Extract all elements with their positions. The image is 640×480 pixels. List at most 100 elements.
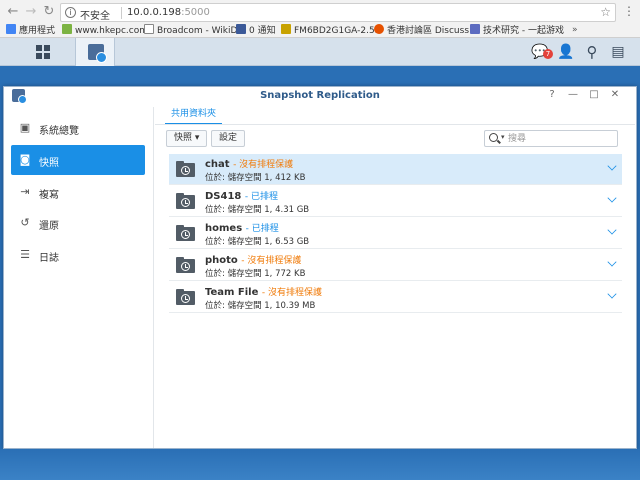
dsm-taskbar: 💬 7 👤 ⚲ ▤ [0,38,640,66]
table-row[interactable]: photo - 沒有排程保護 位於: 儲存空間 1, 772 KB [169,250,622,281]
sidebar-item-replication[interactable]: ⇥ 複寫 [11,177,145,207]
apps-grid-icon [6,24,16,34]
main-menu-button[interactable] [28,38,56,66]
snapshot-dropdown-button[interactable]: 快照 ▾ [166,130,208,147]
snapshot-folder-icon [176,257,195,273]
facebook-icon [236,24,246,34]
notification-button[interactable]: 💬 7 [531,43,553,61]
bookmark-fm6bd[interactable]: FM6BD2G1GA-2.5E [281,24,380,37]
window-title: Snapshot Replication [260,90,380,101]
maximize-button[interactable]: □ [588,89,600,101]
restore-icon: ↺ [20,216,30,229]
bookmarks-bar: 應用程式 www.hkepc.com Broadcom - WikiDe 0 通… [0,23,640,38]
camera-icon: ◙ [19,153,31,166]
minimize-button[interactable]: — [567,89,579,101]
hkepc-favicon-icon [62,24,72,34]
share-location: 位於: 儲存空間 1, 412 KB [205,173,306,183]
main-panel: 共用資料夾 快照 ▾ 設定 ▾ chat - 沒有排程保護 位於: 儲存空間 1… [155,104,636,448]
sidebar-item-restore[interactable]: ↺ 還原 [11,208,145,238]
user-button[interactable]: 👤 [557,43,575,61]
table-row[interactable]: chat - 沒有排程保護 位於: 儲存空間 1, 412 KB [169,154,622,185]
bookmarks-overflow-icon[interactable]: » [572,24,578,37]
taskbar-snapshot-app[interactable] [75,38,115,66]
fm-favicon-icon [281,24,291,34]
browser-menu-icon[interactable]: ⋮ [623,4,635,18]
back-arrow-icon[interactable]: ← [6,5,20,19]
url-text[interactable]: 10.0.0.198:5000 [127,7,210,18]
search-box[interactable]: ▾ [484,130,618,147]
search-icon: ⚲ [586,43,598,61]
protection-status: - 沒有排程保護 [233,160,294,170]
bookmark-hkepc[interactable]: www.hkepc.com [62,24,148,37]
snapshot-folder-icon [176,161,195,177]
sidebar: ▣ 系統總覽 ◙ 快照 ⇥ 複寫 ↺ 還原 ☰ 日誌 [4,107,154,448]
sidebar-item-label: 還原 [39,221,59,232]
window-titlebar[interactable]: Snapshot Replication ? — □ ✕ [4,87,636,104]
user-icon: 👤 [557,44,575,60]
share-name: Team File - 沒有排程保護 [205,287,322,298]
snapshot-folder-icon [176,289,195,305]
forward-arrow-icon[interactable]: → [24,5,38,19]
share-name: chat - 沒有排程保護 [205,159,294,170]
protection-status: - 沒有排程保護 [261,288,322,298]
sidebar-item-label: 快照 [39,158,59,169]
bookmark-tech[interactable]: 技术研究 - 一起游戏 [470,24,564,37]
address-bar[interactable]: i 不安全 10.0.0.198:5000 ☆ [60,3,616,22]
share-name: DS418 - 已排程 [205,191,278,202]
help-button[interactable]: ? [546,89,558,101]
share-name: homes - 已排程 [205,223,279,234]
protection-status: - 已排程 [244,192,278,202]
widgets-button[interactable]: ▤ [609,43,627,61]
sidebar-item-snapshots[interactable]: ◙ 快照 [11,145,145,175]
tab-divider [155,124,635,125]
overview-icon: ▣ [19,121,31,134]
security-label: 不安全 [80,11,110,22]
widgets-icon: ▤ [611,44,625,60]
sidebar-item-label: 日誌 [39,253,59,264]
table-row[interactable]: Team File - 沒有排程保護 位於: 儲存空間 1, 10.39 MB [169,282,622,313]
snapshot-folder-icon [176,193,195,209]
sidebar-item-label: 系統總覽 [39,126,79,137]
magnifier-icon [489,133,498,142]
info-icon[interactable]: i [65,7,76,18]
sidebar-item-overview[interactable]: ▣ 系統總覽 [11,113,145,143]
share-location: 位於: 儲存空間 1, 10.39 MB [205,301,316,311]
share-location: 位於: 儲存空間 1, 6.53 GB [205,237,310,247]
log-icon: ☰ [20,248,30,261]
bookmark-apps[interactable]: 應用程式 [6,24,55,37]
bookmark-facebook[interactable]: 0 通知 [236,24,276,37]
bookmark-discuss[interactable]: 香港討論區 Discuss [374,24,469,37]
bookmark-broadcom[interactable]: Broadcom - WikiDe [144,24,243,37]
replication-icon: ⇥ [20,185,30,198]
address-separator [121,7,122,19]
bookmark-star-icon[interactable]: ☆ [600,5,611,19]
chevron-down-icon[interactable] [607,193,617,203]
chevron-down-icon[interactable] [607,257,617,267]
snapshot-replication-window: Snapshot Replication ? — □ ✕ ▣ 系統總覽 ◙ 快照… [3,86,637,449]
table-row[interactable]: DS418 - 已排程 位於: 儲存空間 1, 4.31 GB [169,186,622,217]
main-menu-grid-icon [36,45,50,59]
settings-button[interactable]: 設定 [211,130,246,147]
close-button[interactable]: ✕ [609,89,621,101]
search-button[interactable]: ⚲ [583,43,601,61]
share-location: 位於: 儲存空間 1, 772 KB [205,269,306,279]
tab-shared-folders[interactable]: 共用資料夾 [165,107,223,125]
chevron-down-icon[interactable] [607,225,617,235]
chevron-down-icon[interactable] [607,161,617,171]
reload-icon[interactable]: ↻ [42,5,56,19]
tech-favicon-icon [470,24,480,34]
table-row[interactable]: homes - 已排程 位於: 儲存空間 1, 6.53 GB [169,218,622,249]
share-name: photo - 沒有排程保護 [205,255,302,266]
desktop-background [0,449,640,480]
search-input[interactable] [508,132,614,145]
browser-chrome: ← → ↻ i 不安全 10.0.0.198:5000 ☆ ⋮ 應用程式 www… [0,0,640,38]
protection-status: - 沒有排程保護 [241,256,302,266]
discuss-favicon-icon [374,24,384,34]
chevron-down-icon[interactable] [607,289,617,299]
page-icon [144,24,154,34]
protection-status: - 已排程 [245,224,279,234]
snapshot-folder-icon [176,225,195,241]
search-options-caret-icon[interactable]: ▾ [501,133,505,141]
sidebar-item-log[interactable]: ☰ 日誌 [11,240,145,270]
notification-badge: 7 [543,49,553,59]
